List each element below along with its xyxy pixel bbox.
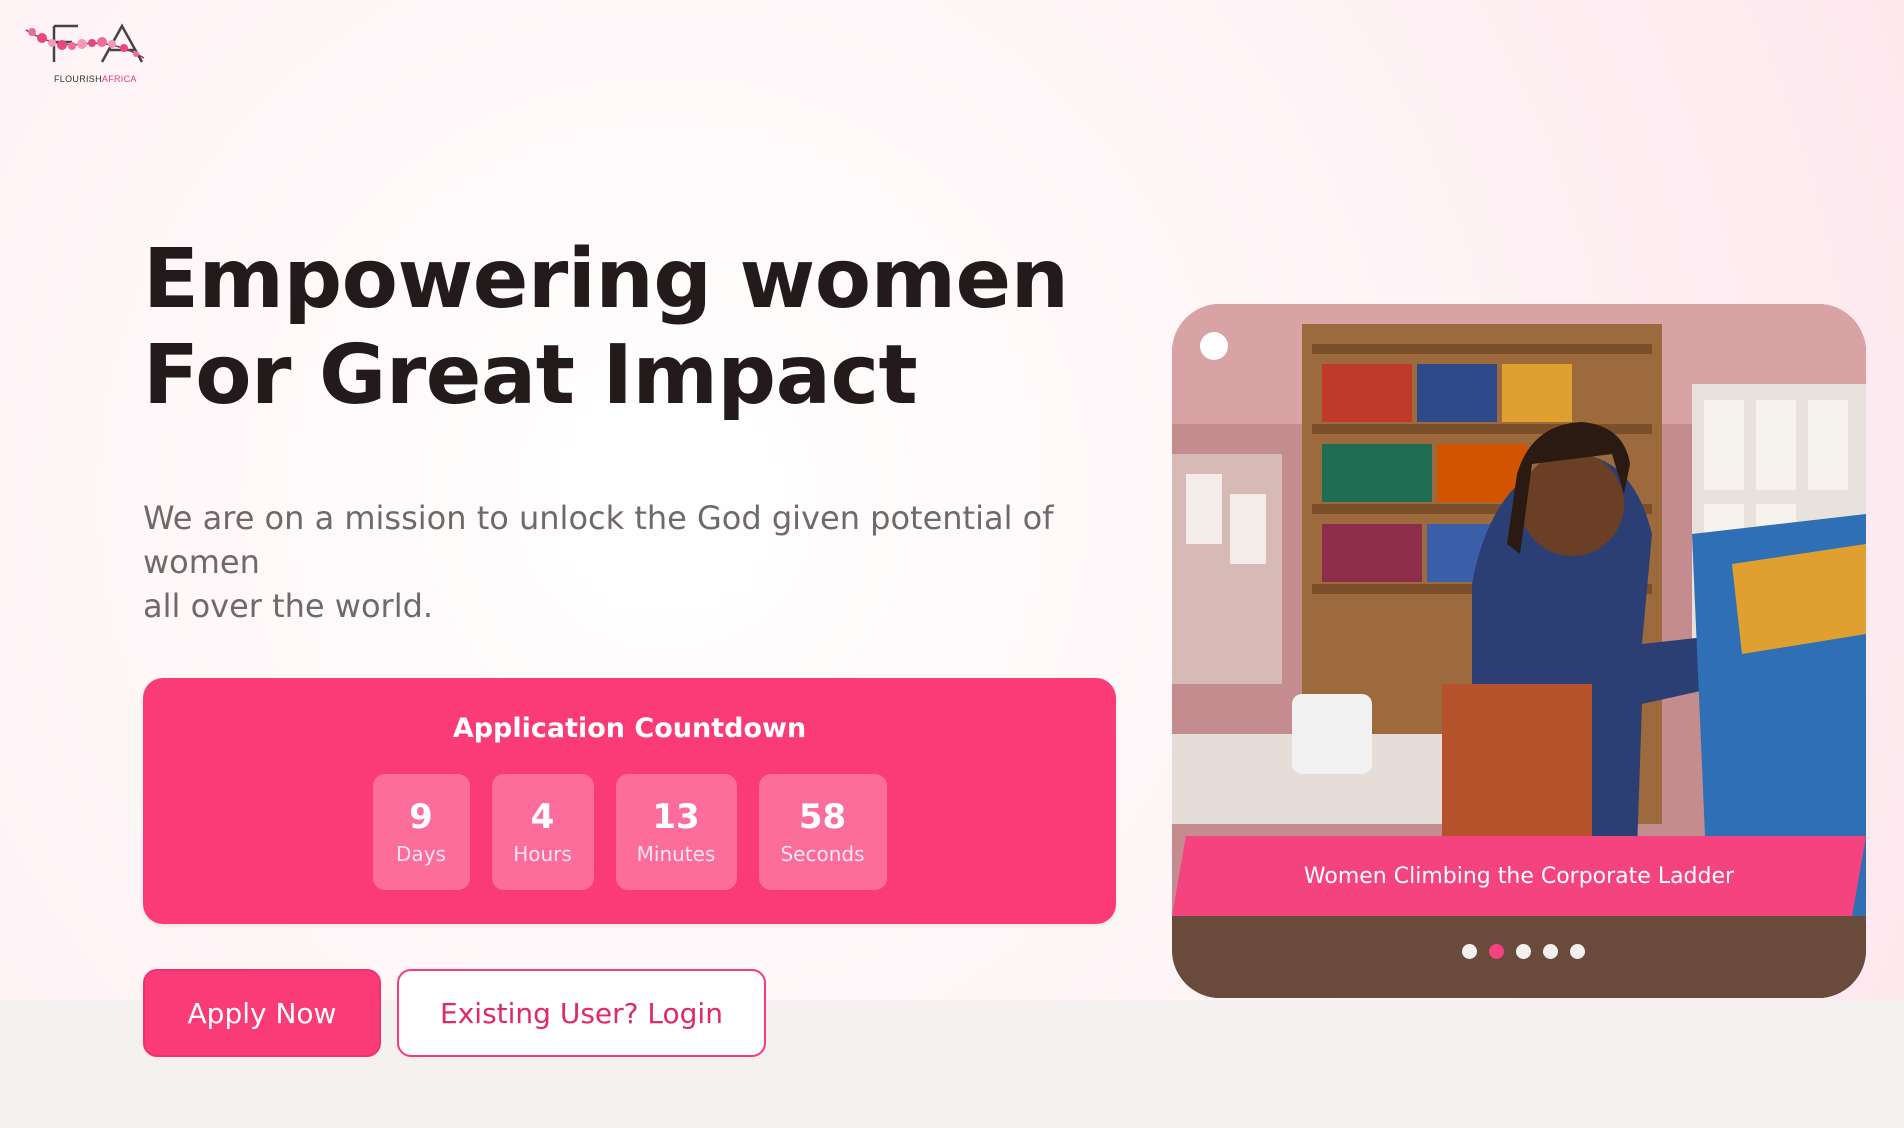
carousel-dot-5[interactable] [1569, 944, 1585, 959]
countdown-hours-label: Hours [513, 842, 572, 866]
logo-wordmark-accent: AFRICA [101, 74, 137, 84]
carousel-dot-3[interactable] [1515, 944, 1531, 959]
logo-wordmark-main: FLOURISH [54, 74, 102, 84]
logo-wordmark: FLOURISHAFRICA [54, 74, 137, 84]
carousel-pagination [1172, 944, 1866, 959]
countdown-seconds-value: 58 [798, 797, 847, 837]
countdown-title: Application Countdown [452, 713, 807, 744]
flourish-africa-logo[interactable]: FLOURISHAFRICA [24, 18, 154, 88]
countdown-hours: 4 Hours [491, 774, 594, 890]
headline-line-2: For Great Impact [143, 328, 918, 423]
logo-mark-icon [25, 23, 145, 63]
mission-line-2: women [143, 543, 260, 581]
carousel-indicator-dot [1200, 332, 1228, 360]
existing-user-login-button[interactable]: Existing User? Login [397, 969, 766, 1057]
headline-line-1: Empowering women [143, 232, 1069, 327]
countdown-minutes-value: 13 [652, 797, 700, 837]
carousel-dot-2[interactable] [1488, 944, 1504, 959]
countdown-days-value: 9 [409, 797, 433, 837]
carousel-dot-4[interactable] [1542, 944, 1558, 959]
countdown-days-label: Days [396, 842, 446, 866]
mission-statement: We are on a mission to unlock the God gi… [143, 496, 1073, 628]
apply-now-button[interactable]: Apply Now [143, 969, 381, 1057]
hero-image-carousel[interactable]: Women Climbing the Corporate Ladder [1172, 304, 1866, 998]
application-countdown-card: Application Countdown 9 Days 4 Hours 13 … [143, 678, 1116, 924]
countdown-units: 9 Days 4 Hours 13 Minutes 58 Seconds [143, 774, 1116, 890]
mission-line-3: all over the world. [143, 587, 434, 625]
mission-line-1: We are on a mission to unlock the God gi… [143, 499, 1054, 537]
carousel-caption: Women Climbing the Corporate Ladder [1172, 836, 1866, 916]
carousel-dot-1[interactable] [1461, 944, 1477, 959]
landing-page: FLOURISHAFRICA Empowering women For Grea… [0, 0, 1904, 1128]
countdown-days: 9 Days [372, 774, 470, 890]
countdown-hours-value: 4 [530, 797, 555, 837]
countdown-minutes: 13 Minutes [615, 774, 737, 890]
countdown-minutes-label: Minutes [636, 842, 716, 866]
countdown-seconds: 58 Seconds [758, 774, 887, 890]
hero-headline: Empowering women For Great Impact [143, 232, 1073, 424]
countdown-seconds-label: Seconds [780, 842, 865, 866]
